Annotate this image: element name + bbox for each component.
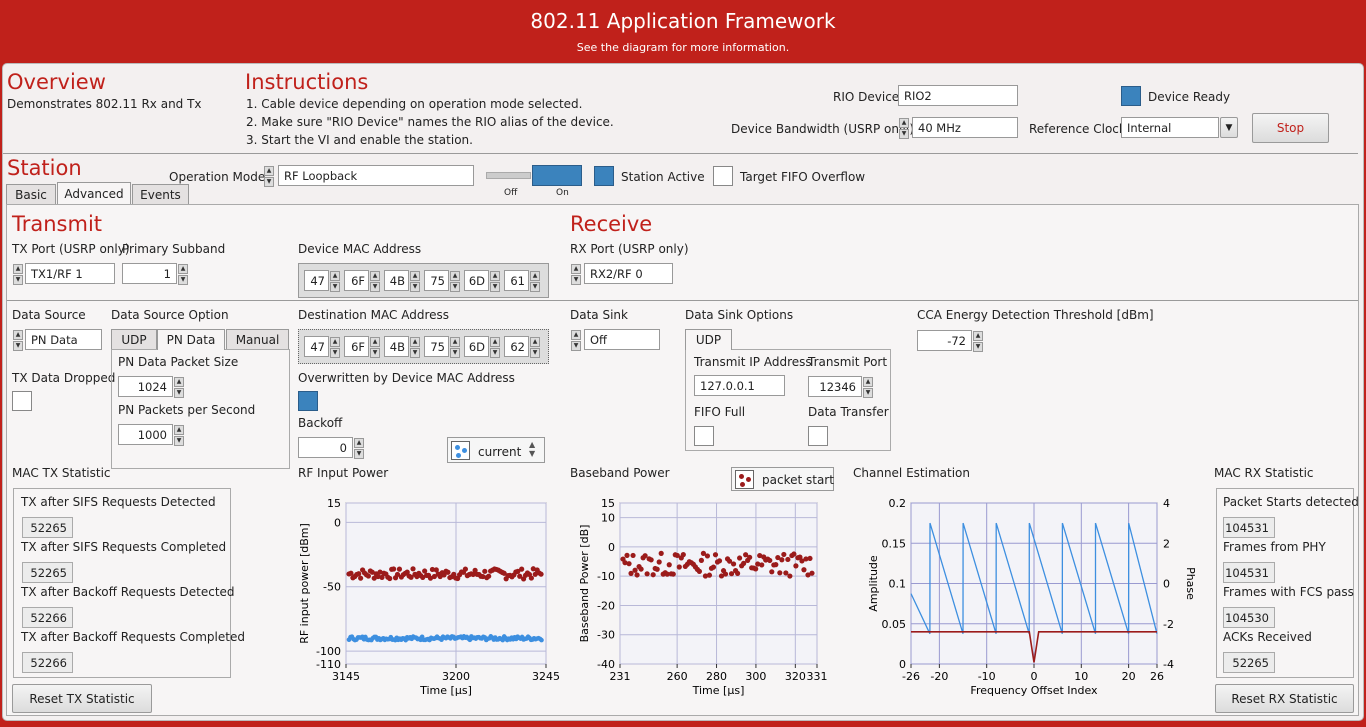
x-tick-label: 0 [1031, 670, 1038, 683]
x-axis-label: Frequency Offset Index [970, 684, 1098, 697]
y2-tick-label: 4 [1163, 497, 1170, 510]
x-tick-label: -20 [930, 670, 948, 683]
x-tick-label: -10 [978, 670, 996, 683]
x-tick-label: 10 [1074, 670, 1088, 683]
y-axis-label: Amplitude [867, 555, 880, 612]
y-tick-label: 0.05 [882, 618, 907, 631]
channel-est-chart: 0.2 0.15 0.1 0.05 0 -26 -20 -10 0 10 20 26 Frequency… [867, 497, 1197, 697]
y2-tick-label: 0 [1163, 578, 1170, 591]
y2-axis-label: Phase [1184, 567, 1197, 600]
x-tick-label: 20 [1122, 670, 1136, 683]
y-tick-label: 0.2 [889, 497, 907, 510]
x-tick-label: 26 [1150, 670, 1164, 683]
y-tick-label: 0.15 [882, 537, 907, 550]
y2-tick-label: 2 [1163, 537, 1170, 550]
y2-tick-label: -2 [1163, 618, 1174, 631]
y2-tick-label: -4 [1163, 658, 1174, 671]
y-tick-label: 0.1 [889, 578, 907, 591]
x-tick-label: -26 [902, 670, 920, 683]
